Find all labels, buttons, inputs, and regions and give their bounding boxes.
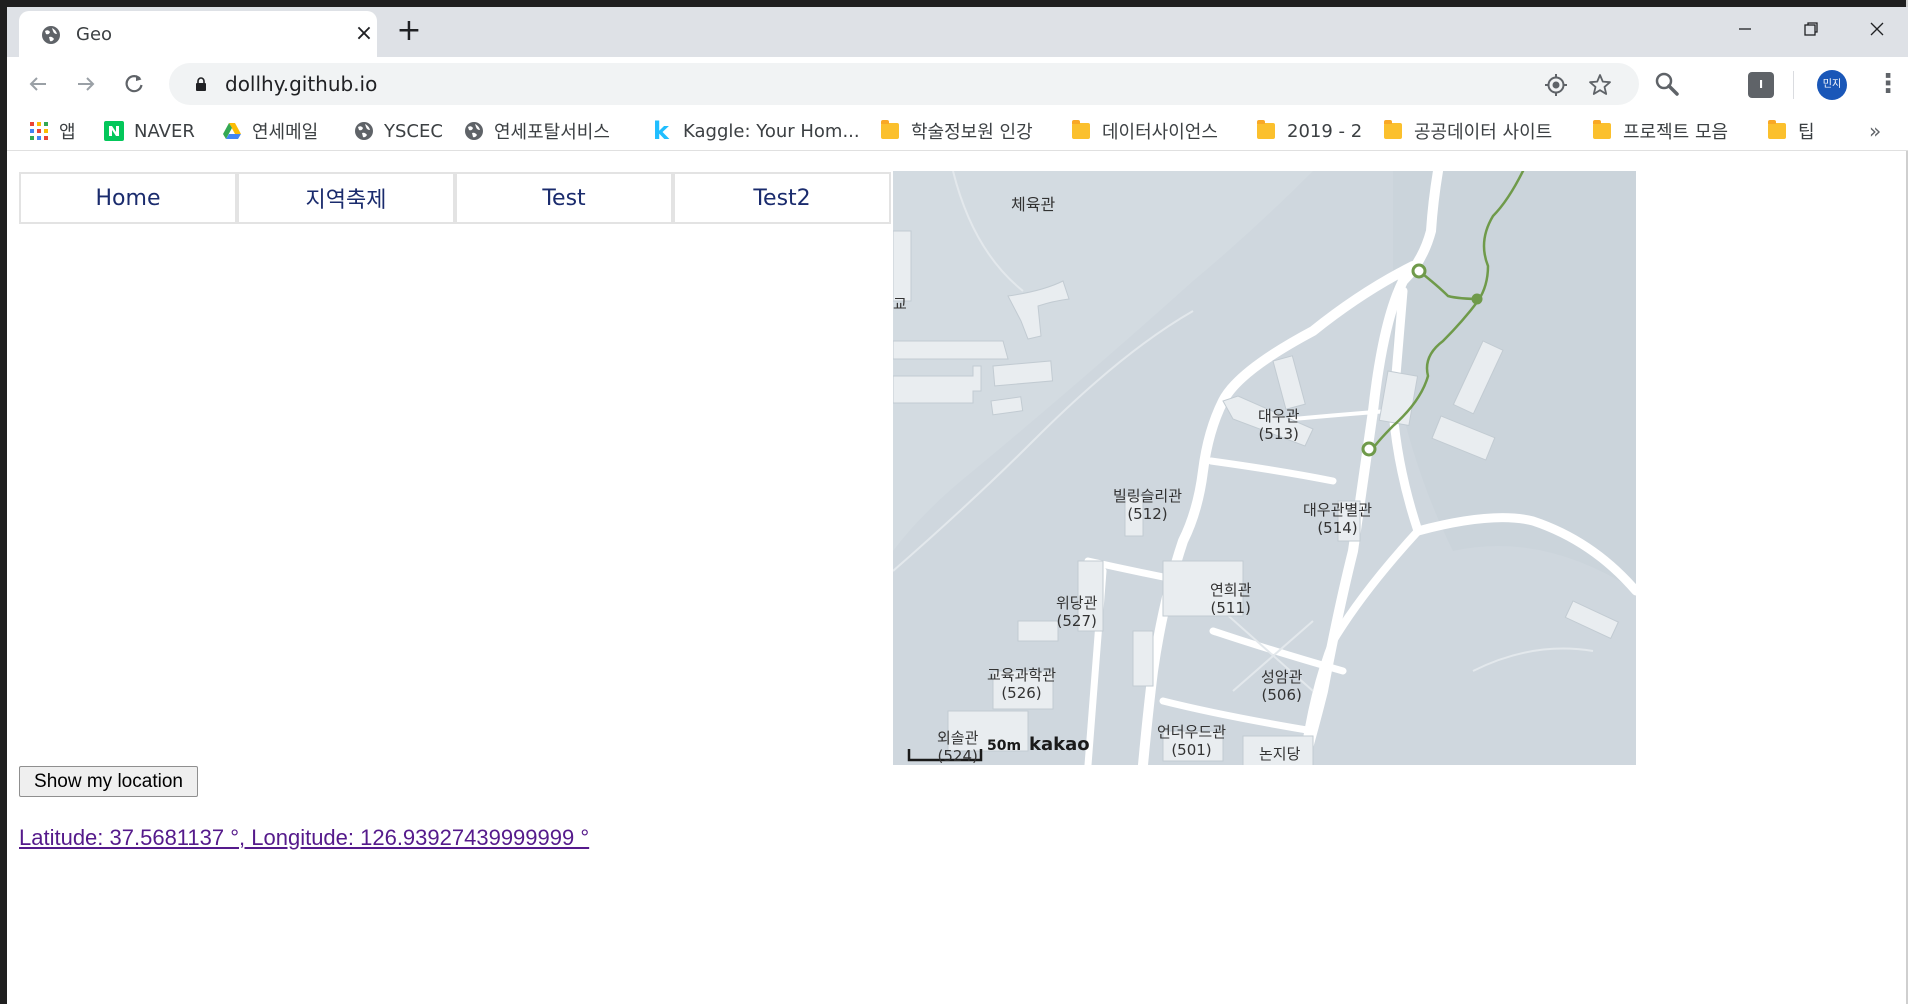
bookmark-label: 2019 - 2: [1287, 120, 1363, 142]
reload-icon[interactable]: [117, 67, 151, 101]
toolbar-divider: [1793, 71, 1794, 99]
naver-icon: [104, 121, 124, 141]
more-bookmarks-icon[interactable]: »: [1869, 119, 1881, 143]
forward-arrow-icon[interactable]: [69, 67, 103, 101]
bookmark-label: 연세메일: [252, 122, 319, 143]
apps-grid-icon: [30, 122, 48, 140]
bookmark-label: Kaggle: Your Hom...: [683, 120, 860, 142]
minimize-icon[interactable]: [1715, 7, 1775, 53]
folder-icon: [1257, 120, 1275, 139]
bookmark-apps[interactable]: 앱: [29, 118, 76, 144]
bookmark-yscec[interactable]: YSCEC: [354, 118, 443, 144]
back-arrow-icon[interactable]: [21, 67, 55, 101]
profile-avatar[interactable]: 민지: [1817, 70, 1847, 100]
nav-test2[interactable]: Test2: [673, 172, 891, 224]
tab-close-icon[interactable]: ×: [349, 19, 379, 49]
map-label-oesol: 외솔관 (524): [937, 729, 979, 765]
bookmark-label: NAVER: [134, 120, 195, 142]
bookmark-folder-datascience[interactable]: 데이터사이언스: [1072, 118, 1218, 144]
folder-icon: [1593, 120, 1611, 139]
browser-toolbar: dollhy.github.io EX I 민지 ⋮: [7, 57, 1908, 111]
star-bookmark-icon[interactable]: [1587, 72, 1613, 98]
bookmark-label: 프로젝트 모음: [1623, 122, 1729, 143]
map-label-education-science: 교육과학관 (526): [987, 666, 1057, 702]
globe-icon: [355, 122, 373, 140]
bookmark-folder-2019[interactable]: 2019 - 2: [1257, 118, 1362, 144]
url-text: dollhy.github.io: [225, 72, 378, 96]
map-label-billingsley: 빌링슬리관 (512): [1113, 487, 1183, 523]
nav-home[interactable]: Home: [19, 172, 237, 224]
map-label-seongam: 성암관 (506): [1261, 668, 1303, 704]
bookmarks-bar: 앱 NAVER 연세메일 YSCEC 연세포탈서비스 k Kaggle: You…: [7, 111, 1908, 151]
bookmark-label: YSCEC: [384, 120, 443, 142]
map-label-widang: 위당관 (527): [1056, 594, 1098, 630]
kakao-logo: kakao: [1029, 734, 1090, 755]
bookmark-label: 앱: [59, 122, 76, 143]
globe-icon: [465, 122, 483, 140]
nav-test[interactable]: Test: [455, 172, 673, 224]
kaggle-icon: k: [653, 117, 669, 145]
close-window-icon[interactable]: [1847, 7, 1907, 53]
restore-icon[interactable]: [1781, 7, 1841, 53]
tab-strip: Geo × +: [7, 7, 1908, 57]
lock-icon: [196, 77, 206, 91]
tab-geo[interactable]: Geo ×: [19, 11, 377, 57]
i-extension-icon[interactable]: I: [1748, 72, 1774, 98]
bookmark-label: 학술정보원 인강: [911, 122, 1033, 143]
bookmark-kaggle[interactable]: k Kaggle: Your Hom...: [653, 117, 860, 145]
globe-icon: [42, 26, 60, 44]
folder-icon: [1072, 120, 1090, 139]
tab-title: Geo: [76, 24, 113, 45]
show-my-location-button[interactable]: Show my location: [19, 766, 198, 797]
map-label-nonjidang: 논지당: [1259, 745, 1301, 763]
bookmark-folder-tips[interactable]: 팁: [1768, 118, 1815, 144]
location-target-icon[interactable]: [1543, 72, 1569, 98]
map-label-gym: 체육관: [1011, 195, 1056, 214]
bookmark-label: 팁: [1798, 122, 1815, 143]
nav-local-festival[interactable]: 지역축제: [237, 172, 455, 224]
ex-extension-icon[interactable]: EX: [1702, 72, 1728, 98]
bookmark-folder-public-data[interactable]: 공공데이터 사이트: [1384, 118, 1552, 144]
bookmark-label: 데이터사이언스: [1102, 122, 1218, 143]
search-icon[interactable]: [1654, 71, 1680, 97]
bookmark-yonsei-portal[interactable]: 연세포탈서비스: [464, 118, 610, 144]
bookmark-folder-projects[interactable]: 프로젝트 모음: [1593, 118, 1728, 144]
folder-icon: [1768, 120, 1786, 139]
folder-icon: [881, 120, 899, 139]
bookmark-label: 연세포탈서비스: [494, 122, 610, 143]
bookmark-folder-lectures[interactable]: 학술정보원 인강: [881, 118, 1033, 144]
map-label-daewoo-annex: 대우관별관 (514): [1303, 501, 1373, 537]
site-nav-menu: Home 지역축제 Test Test2: [19, 172, 893, 224]
address-bar[interactable]: dollhy.github.io: [169, 63, 1639, 105]
bookmark-label: 공공데이터 사이트: [1414, 122, 1553, 143]
map-label-partial: 교: [893, 295, 907, 313]
map-label-daewoo: 대우관 (513): [1258, 407, 1300, 443]
bookmark-yonsei-mail[interactable]: 연세메일: [222, 118, 318, 144]
folder-icon: [1384, 120, 1402, 139]
bookmark-naver[interactable]: NAVER: [104, 118, 195, 144]
map-label-underwood: 언더우드관 (501): [1157, 723, 1227, 759]
kakao-map[interactable]: 체육관 교 대우관 (513) 빌링슬리관 (512) 대우관별관 (514) 위당관…: [893, 171, 1636, 765]
new-tab-button[interactable]: +: [392, 15, 426, 49]
map-label-yeonhee: 연희관 (511): [1210, 581, 1252, 617]
more-vert-icon[interactable]: ⋮: [1875, 68, 1901, 100]
map-scale-text: 50m: [987, 738, 1022, 754]
google-drive-icon: [223, 123, 241, 139]
coordinates-link[interactable]: Latitude: 37.5681137 °, Longitude: 126.9…: [19, 825, 589, 851]
